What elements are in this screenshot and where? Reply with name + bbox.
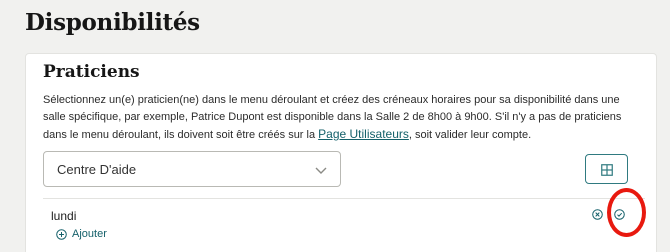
plus-circle-icon	[56, 228, 67, 240]
section-title: Praticiens	[43, 62, 140, 82]
close-circle-icon[interactable]	[592, 209, 603, 220]
section-description: Sélectionnez un(e) praticien(ne) dans le…	[43, 92, 643, 144]
page-title: Disponibilités	[25, 9, 200, 36]
practitioner-select[interactable]: Centre D'aide	[43, 151, 341, 187]
grid-icon	[601, 164, 613, 176]
chevron-down-icon	[315, 167, 327, 174]
description-text-end: , soit valider leur compte.	[408, 129, 532, 141]
practitioner-select-value: Centre D'aide	[57, 162, 137, 177]
practitioners-card: Praticiens Sélectionnez un(e) praticien(…	[25, 53, 657, 252]
add-slot-button[interactable]: Ajouter	[56, 228, 107, 240]
highlight-annotation-circle	[607, 188, 646, 237]
users-page-link[interactable]: Page Utilisateurs	[318, 127, 409, 141]
schedule-row: lundi Ajouter	[43, 198, 645, 252]
day-label: lundi	[51, 209, 77, 223]
grid-view-button[interactable]	[585, 154, 628, 184]
add-slot-label: Ajouter	[72, 228, 107, 240]
